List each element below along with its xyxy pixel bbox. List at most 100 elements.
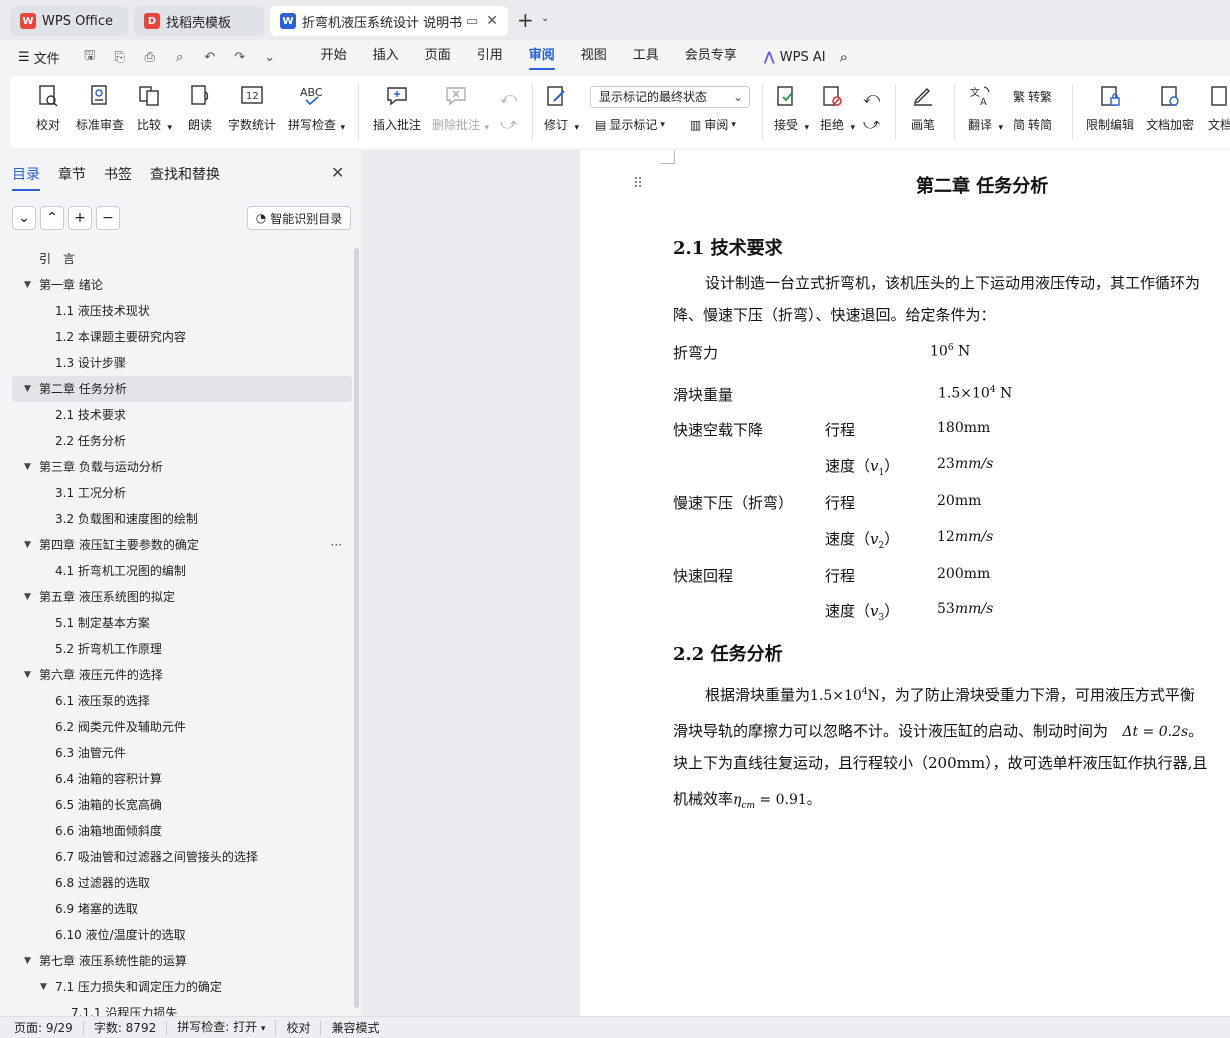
menu-view[interactable]: 视图 [568,40,620,74]
read-aloud-button[interactable]: 朗读 [186,82,214,133]
delete-comment-button[interactable]: 删除批注 ▾ [432,82,489,133]
tab-wps-office[interactable]: W WPS Office [10,6,128,36]
tab-document[interactable]: W 折弯机液压系统设计 说明书（ ▭ ✕ [270,6,508,36]
remove-heading-button[interactable]: − [96,206,120,230]
compare-button[interactable]: 比较 ▾ [135,82,172,133]
undo-icon[interactable]: ↶ [202,50,218,65]
to-traditional-button[interactable]: 繁 转繁 [1013,88,1052,105]
tab-sections[interactable]: 章节 [58,164,86,184]
more-options-icon[interactable]: ··· [331,532,342,558]
toc-item[interactable]: ▼ 第二章 任务分析 [12,376,352,402]
print-preview-icon[interactable]: ⌕ [172,50,188,65]
toc-item[interactable]: 6.9 堵塞的选取 [12,896,352,922]
wps-ai-button[interactable]: ⋀ WPS AI [764,50,826,65]
toc-item[interactable]: 1.3 设计步骤 [12,350,352,376]
file-menu[interactable]: ☰ 文件 [18,48,60,67]
toc-item[interactable]: 3.1 工况分析 [12,480,352,506]
tab-bookmarks[interactable]: 书签 [104,164,132,184]
toc-item[interactable]: 5.1 制定基本方案 [12,610,352,636]
collapse-up-button[interactable]: ⌃ [40,206,64,230]
toc-item[interactable]: 1.2 本课题主要研究内容 [12,324,352,350]
print-icon[interactable]: ⎙ [142,50,158,65]
tab-docer[interactable]: D 找稻壳模板 [134,6,264,36]
previous-change-icon[interactable]: ⤺ [863,88,880,108]
menu-home[interactable]: 开始 [308,40,360,74]
expand-triangle-icon[interactable]: ▼ [40,974,47,1000]
drag-handle-icon[interactable]: ⠿ [633,176,643,192]
toc-item[interactable]: ▼ 第三章 负载与运动分析 [12,454,352,480]
spell-check-button[interactable]: ABC 拼写检查 ▾ [288,82,345,133]
chevron-down-icon[interactable]: ⌄ [541,13,549,24]
toc-item[interactable]: 3.2 负载图和速度图的绘制 [12,506,352,532]
menu-insert[interactable]: 插入 [360,40,412,74]
collapse-down-button[interactable]: ⌄ [12,206,36,230]
proofread-button[interactable]: 校对 [34,82,62,133]
expand-triangle-icon[interactable]: ▼ [24,662,31,688]
toc-item[interactable]: ▼ 第七章 液压系统性能的运算 [12,948,352,974]
redo-icon[interactable]: ↷ [232,50,248,65]
tab-find-replace[interactable]: 查找和替换 [150,164,220,184]
tab-toc[interactable]: 目录 [12,164,40,191]
expand-triangle-icon[interactable]: ▼ [24,376,31,402]
standard-review-button[interactable]: 标准审查 [76,82,124,133]
accept-button[interactable]: 接受 ▾ [772,82,809,133]
toc-item[interactable]: 2.2 任务分析 [12,428,352,454]
close-icon[interactable]: ✕ [486,13,498,29]
new-tab-plus-icon[interactable]: + [517,8,534,32]
toc-item[interactable]: 6.4 油箱的容积计算 [12,766,352,792]
expand-triangle-icon[interactable]: ▼ [24,454,31,480]
document-more-button[interactable]: 文档 [1206,82,1230,133]
proof-status[interactable]: 校对 [276,1020,322,1035]
toc-item[interactable]: 6.6 油箱地面倾斜度 [12,818,352,844]
toc-item[interactable]: 6.10 液位/温度计的选取 [12,922,352,948]
spell-check-status[interactable]: 拼写检查: 打开 ▾ [167,1019,277,1036]
toc-item[interactable]: ▼ 第一章 绪论 [12,272,352,298]
to-simplified-button[interactable]: 简 转简 [1013,116,1052,133]
toc-item[interactable]: ▼ 7.1 压力损失和调定压力的确定 [12,974,352,1000]
close-panel-icon[interactable]: ✕ [331,163,344,182]
save-icon[interactable]: 🖫 [82,46,98,68]
insert-comment-button[interactable]: 插入批注 [373,82,421,133]
add-heading-button[interactable]: + [68,206,92,230]
toc-item[interactable]: 6.3 油管元件 [12,740,352,766]
toc-item[interactable]: 4.1 折弯机工况图的编制 [12,558,352,584]
toc-item[interactable]: 2.1 技术要求 [12,402,352,428]
toc-item[interactable]: ▼ 第五章 液压系统图的拟定 [12,584,352,610]
expand-triangle-icon[interactable]: ▼ [24,532,31,558]
document-page[interactable]: ⠿ 第二章 任务分析 2.1 技术要求 设计制造一台立式折弯机，该机压头的上下运… [580,150,1230,1016]
encrypt-document-button[interactable]: 文档加密 [1146,82,1194,133]
toc-item[interactable]: 6.8 过滤器的选取 [12,870,352,896]
word-count-button[interactable]: 12 字数统计 [228,82,276,133]
reject-button[interactable]: 拒绝 ▾ [818,82,855,133]
toc-item[interactable]: ▼ 第六章 液压元件的选择 [12,662,352,688]
toc-item[interactable]: 5.2 折弯机工作原理 [12,636,352,662]
review-pane-button[interactable]: ▥ 审阅 ▾ [690,116,736,133]
ink-button[interactable]: 画笔 [909,82,937,133]
markup-state-select[interactable]: 显示标记的最终状态 ⌄ [590,86,750,108]
toc-item[interactable]: ▼ 第四章 液压缸主要参数的确定 ··· [12,532,352,558]
toc-item[interactable]: 6.7 吸油管和过滤器之间管接头的选择 [12,844,352,870]
menu-member[interactable]: 会员专享 [672,40,750,74]
menu-tools[interactable]: 工具 [620,40,672,74]
restrict-edit-button[interactable]: 限制编辑 [1086,82,1134,133]
show-markup-button[interactable]: ▤ 显示标记 ▾ [595,116,665,133]
toc-item[interactable]: 6.1 液压泵的选择 [12,688,352,714]
expand-triangle-icon[interactable]: ▼ [24,948,31,974]
panel-scrollbar[interactable] [354,248,359,1008]
menu-review[interactable]: 审阅 [516,40,568,74]
export-icon[interactable]: ⎘ [112,50,128,65]
expand-triangle-icon[interactable]: ▼ [24,584,31,610]
more-chevron-icon[interactable]: ⌄ [262,50,278,65]
page-indicator[interactable]: 页面: 9/29 [0,1020,84,1035]
previous-comment-icon[interactable]: ⤺ [500,88,517,108]
smart-toc-button[interactable]: ◔ 智能识别目录 [247,206,351,230]
translate-button[interactable]: 文A 翻译 ▾ [966,82,1003,133]
menu-page[interactable]: 页面 [412,40,464,74]
revise-button[interactable]: 修订 ▾ [542,82,579,133]
toc-item[interactable]: 引 言 [12,246,352,272]
next-change-icon[interactable]: ⤻ [863,114,880,134]
next-comment-icon[interactable]: ⤻ [500,114,517,134]
expand-triangle-icon[interactable]: ▼ [24,272,31,298]
menu-references[interactable]: 引用 [464,40,516,74]
toc-item[interactable]: 6.2 阀类元件及辅助元件 [12,714,352,740]
